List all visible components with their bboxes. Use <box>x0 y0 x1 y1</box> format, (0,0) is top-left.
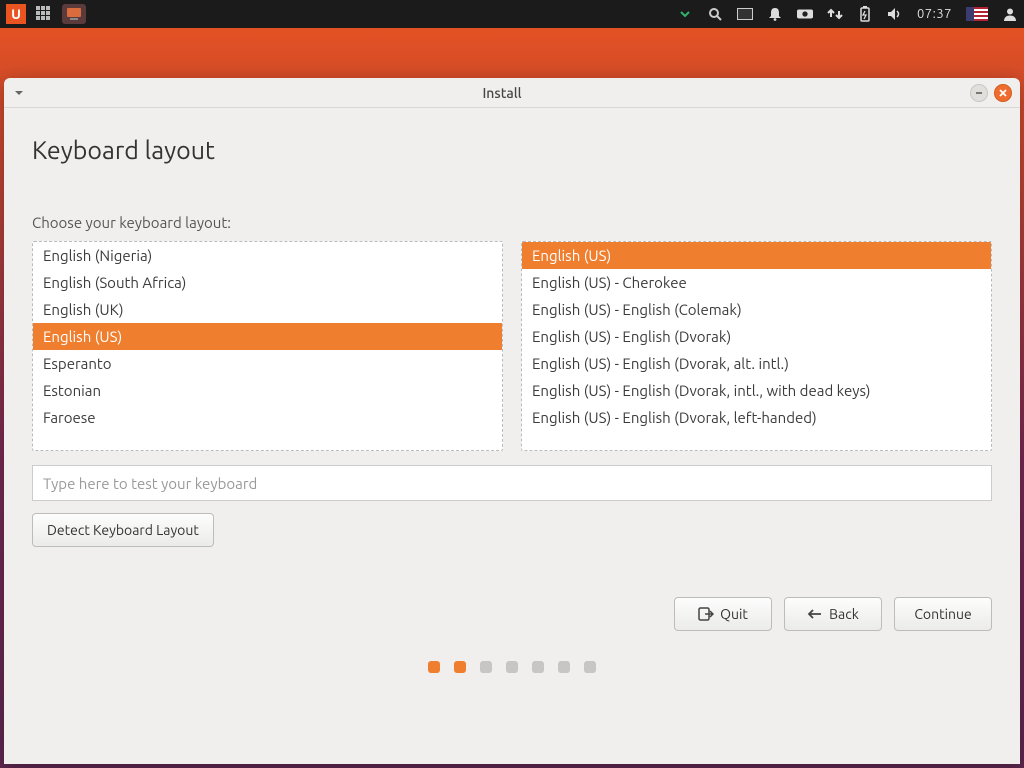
quit-label: Quit <box>720 606 748 622</box>
variant-item[interactable]: English (US) - English (Dvorak, left-han… <box>522 404 991 431</box>
camera-icon[interactable] <box>797 6 813 22</box>
progress-dot <box>480 661 492 673</box>
progress-dot <box>584 661 596 673</box>
variant-item[interactable]: English (US) - English (Dvorak, intl., w… <box>522 377 991 404</box>
variant-item[interactable]: English (US) - English (Colemak) <box>522 296 991 323</box>
page-heading: Keyboard layout <box>32 136 992 164</box>
detect-layout-label: Detect Keyboard Layout <box>47 522 199 538</box>
battery-icon[interactable] <box>857 6 873 22</box>
variant-item[interactable]: English (US) - English (Dvorak, alt. int… <box>522 350 991 377</box>
progress-dots <box>32 631 992 693</box>
notifications-icon[interactable] <box>767 6 783 22</box>
volume-icon[interactable] <box>887 6 903 22</box>
prompt-label: Choose your keyboard layout: <box>32 214 992 231</box>
progress-dot <box>532 661 544 673</box>
progress-dot <box>558 661 570 673</box>
close-button[interactable] <box>994 84 1012 102</box>
distro-logo-icon[interactable]: U <box>6 4 26 24</box>
test-keyboard-input[interactable] <box>32 465 992 501</box>
arrow-left-icon <box>807 606 823 622</box>
variant-item[interactable]: English (US) <box>522 242 991 269</box>
network-updown-icon[interactable] <box>827 6 843 22</box>
layout-item[interactable]: Esperanto <box>33 350 502 377</box>
continue-button[interactable]: Continue <box>894 597 992 631</box>
user-icon[interactable] <box>1002 6 1018 22</box>
variant-item[interactable]: English (US) - Cherokee <box>522 269 991 296</box>
window-title: Install <box>34 85 970 101</box>
installer-window: Install Keyboard layout Choose your keyb… <box>4 78 1020 764</box>
variant-item[interactable]: English (US) - English (Dvorak) <box>522 323 991 350</box>
progress-dot <box>428 661 440 673</box>
layout-item[interactable]: Estonian <box>33 377 502 404</box>
layout-item[interactable]: English (Nigeria) <box>33 242 502 269</box>
back-button[interactable]: Back <box>784 597 882 631</box>
search-icon[interactable] <box>707 6 723 22</box>
window-menu-icon[interactable] <box>13 87 25 99</box>
quit-button[interactable]: Quit <box>674 597 772 631</box>
apps-grid-icon[interactable] <box>36 6 52 22</box>
chevron-down-icon[interactable] <box>677 6 693 22</box>
back-label: Back <box>829 606 859 622</box>
minimize-button[interactable] <box>970 84 988 102</box>
progress-dot <box>454 661 466 673</box>
quit-icon <box>698 606 714 622</box>
clock[interactable]: 07:37 <box>917 7 952 21</box>
layout-item[interactable]: English (South Africa) <box>33 269 502 296</box>
keyboard-layout-flag-icon[interactable] <box>966 7 988 21</box>
workspace-icon[interactable] <box>737 6 753 22</box>
variant-list[interactable]: English (US)English (US) - CherokeeEngli… <box>521 241 992 451</box>
layout-item[interactable]: English (US) <box>33 323 502 350</box>
layout-item[interactable]: English (UK) <box>33 296 502 323</box>
top-panel: U 07:37 <box>0 0 1024 28</box>
detect-layout-button[interactable]: Detect Keyboard Layout <box>32 513 214 547</box>
titlebar: Install <box>4 78 1020 108</box>
continue-label: Continue <box>914 606 971 622</box>
taskbar-installer-icon[interactable] <box>62 4 86 24</box>
layout-item[interactable]: Faroese <box>33 404 502 431</box>
layout-list[interactable]: English (Nigeria)English (South Africa)E… <box>32 241 503 451</box>
progress-dot <box>506 661 518 673</box>
